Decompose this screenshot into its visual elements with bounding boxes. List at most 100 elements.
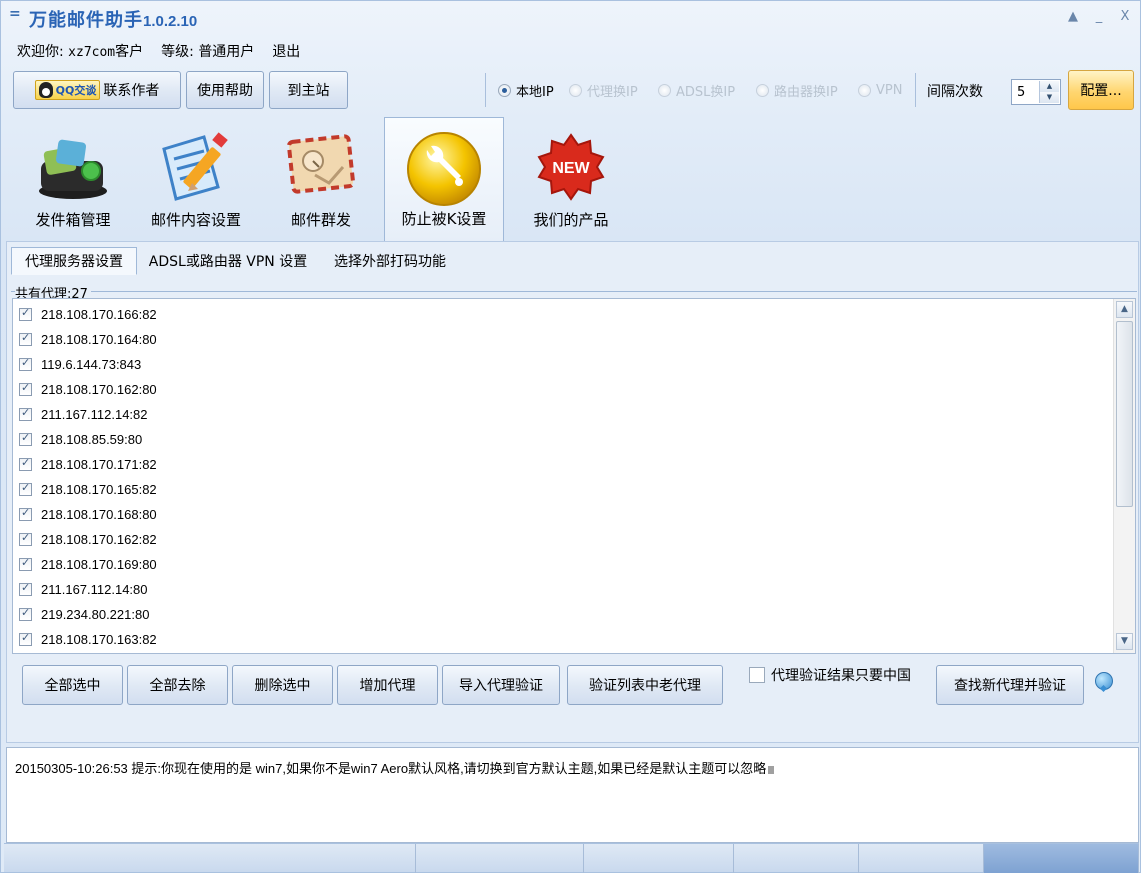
- scroll-down-icon[interactable]: ▼: [1116, 633, 1133, 650]
- system-menu-icon[interactable]: =: [9, 7, 23, 21]
- config-button[interactable]: 配置...: [1068, 70, 1134, 110]
- tool-our-products-label: 我们的产品: [533, 211, 609, 229]
- radio-dot: [498, 83, 511, 97]
- list-item[interactable]: 218.108.170.171:82: [19, 455, 157, 473]
- tool-outbox[interactable]: 发件箱管理: [13, 119, 133, 239]
- interval-stepper[interactable]: 5 ▲ ▼: [1011, 79, 1061, 105]
- list-item[interactable]: 218.108.170.164:80: [19, 330, 157, 348]
- title-bar: = 万能邮件助手1.0.2.10 ▲ _ X: [1, 1, 1140, 35]
- tab-captcha-settings[interactable]: 选择外部打码功能: [321, 247, 459, 275]
- delete-selected-button[interactable]: 删除选中: [232, 665, 333, 705]
- row-checkbox[interactable]: [19, 456, 32, 471]
- stepper-down-icon[interactable]: ▼: [1040, 92, 1059, 103]
- home-site-button[interactable]: 到主站: [269, 71, 348, 109]
- text-caret: [768, 765, 775, 774]
- list-item[interactable]: 218.108.85.59:80: [19, 430, 142, 448]
- list-item[interactable]: 219.234.80.221:80: [19, 605, 149, 623]
- row-checkbox[interactable]: [19, 531, 32, 546]
- log-message: 提示:你现在使用的是 win7,如果你不是win7 Aero默认风格,请切换到官…: [131, 761, 767, 776]
- find-new-proxies-button[interactable]: 查找新代理并验证: [936, 665, 1084, 705]
- tool-anti-block[interactable]: 防止被K设置: [384, 117, 504, 243]
- list-item[interactable]: 218.108.170.166:82: [19, 305, 157, 323]
- logout-link[interactable]: 退出: [272, 41, 300, 61]
- list-item[interactable]: 218.108.170.165:82: [19, 480, 157, 498]
- user-info: 欢迎你: xz7com客户: [17, 44, 144, 60]
- log-area[interactable]: 20150305-10:26:53 提示:你现在使用的是 win7,如果你不是w…: [6, 747, 1139, 843]
- list-item[interactable]: 211.167.112.14:80: [19, 580, 148, 598]
- contact-author-label: 联系作者: [103, 83, 160, 99]
- tool-our-products[interactable]: NEW 我们的产品: [511, 119, 631, 239]
- help-bubble-icon[interactable]: [1095, 672, 1113, 690]
- user-level: 等级: 普通用户: [161, 44, 255, 60]
- radio-proxy-ip[interactable]: 代理换IP: [569, 81, 638, 100]
- tool-anti-block-label: 防止被K设置: [401, 210, 487, 228]
- status-cell: [416, 844, 584, 873]
- status-cell: [584, 844, 734, 873]
- import-verify-button[interactable]: 导入代理验证: [442, 665, 560, 705]
- row-checkbox[interactable]: [19, 631, 32, 646]
- radio-local-ip[interactable]: 本地IP: [498, 81, 554, 100]
- add-proxy-button[interactable]: 增加代理: [337, 665, 438, 705]
- tool-content-label: 邮件内容设置: [150, 211, 241, 229]
- radio-vpn[interactable]: VPN: [858, 81, 902, 99]
- row-checkbox[interactable]: [19, 556, 32, 571]
- minimize-icon[interactable]: _: [1091, 9, 1107, 25]
- row-checkbox[interactable]: [19, 356, 32, 371]
- contact-author-button[interactable]: QQ交谈 联系作者: [13, 71, 181, 109]
- tool-outbox-label: 发件箱管理: [35, 211, 111, 229]
- window-title: 万能邮件助手1.0.2.10: [29, 6, 197, 32]
- select-all-button[interactable]: 全部选中: [22, 665, 123, 705]
- scroll-thumb[interactable]: [1116, 321, 1133, 507]
- row-checkbox[interactable]: [19, 431, 32, 446]
- row-checkbox[interactable]: [19, 481, 32, 496]
- list-item[interactable]: 218.108.170.162:82: [19, 530, 157, 548]
- help-button[interactable]: 使用帮助: [186, 71, 264, 109]
- list-item[interactable]: 218.108.170.163:82: [19, 630, 157, 648]
- list-item[interactable]: 211.167.112.14:82: [19, 405, 148, 423]
- collapse-icon[interactable]: ▲: [1065, 9, 1081, 25]
- group-border: [11, 291, 1137, 292]
- app-version: 1.0.2.10: [143, 13, 198, 30]
- row-checkbox[interactable]: [19, 331, 32, 346]
- stepper-up-icon[interactable]: ▲: [1040, 81, 1059, 92]
- row-checkbox[interactable]: [19, 306, 32, 321]
- list-item[interactable]: 218.108.170.168:80: [19, 505, 157, 523]
- list-item[interactable]: 119.6.144.73:843: [19, 355, 141, 373]
- row-checkbox[interactable]: [19, 381, 32, 396]
- radio-router-ip[interactable]: 路由器换IP: [756, 81, 838, 100]
- document-edit-icon: [162, 132, 228, 201]
- separator: [485, 73, 486, 107]
- envelope-icon: [286, 134, 356, 194]
- row-checkbox[interactable]: [19, 506, 32, 521]
- radio-adsl-ip[interactable]: ADSL换IP: [658, 81, 735, 100]
- row-checkbox[interactable]: [19, 406, 32, 421]
- status-cell: [859, 844, 984, 873]
- tool-content[interactable]: 邮件内容设置: [136, 119, 256, 239]
- close-icon[interactable]: X: [1117, 9, 1133, 25]
- username: xz7com: [68, 45, 116, 60]
- new-badge-icon: NEW: [537, 133, 605, 201]
- interval-value: 5: [1017, 85, 1026, 100]
- list-item[interactable]: 218.108.170.169:80: [19, 555, 157, 573]
- tab-adsl-vpn-settings[interactable]: ADSL或路由器 VPN 设置: [141, 247, 315, 275]
- verify-old-proxies-button[interactable]: 验证列表中老代理: [567, 665, 723, 705]
- list-scrollbar[interactable]: ▲ ▼: [1113, 299, 1135, 653]
- tab-proxy-settings[interactable]: 代理服务器设置: [11, 247, 137, 275]
- status-bar: [4, 843, 1139, 873]
- radio-dot: [658, 83, 671, 97]
- status-cell: [734, 844, 859, 873]
- row-checkbox[interactable]: [19, 606, 32, 621]
- tool-mass-send[interactable]: 邮件群发: [261, 119, 381, 239]
- proxy-list[interactable]: 218.108.170.166:82 218.108.170.164:80 11…: [12, 298, 1136, 654]
- welcome-bar: 欢迎你: xz7com客户 等级: 普通用户 退出: [17, 41, 300, 61]
- china-only-checkbox[interactable]: [749, 667, 765, 683]
- status-cell: [4, 844, 416, 873]
- china-only-option[interactable]: 代理验证结果只要中国: [749, 665, 911, 685]
- scroll-up-icon[interactable]: ▲: [1116, 301, 1133, 318]
- main-window: = 万能邮件助手1.0.2.10 ▲ _ X 欢迎你: xz7com客户 等级:…: [0, 0, 1141, 873]
- list-item[interactable]: 218.108.170.162:80: [19, 380, 157, 398]
- wrench-icon: [407, 132, 481, 206]
- clear-all-button[interactable]: 全部去除: [127, 665, 228, 705]
- app-name: 万能邮件助手: [29, 10, 143, 31]
- row-checkbox[interactable]: [19, 581, 32, 596]
